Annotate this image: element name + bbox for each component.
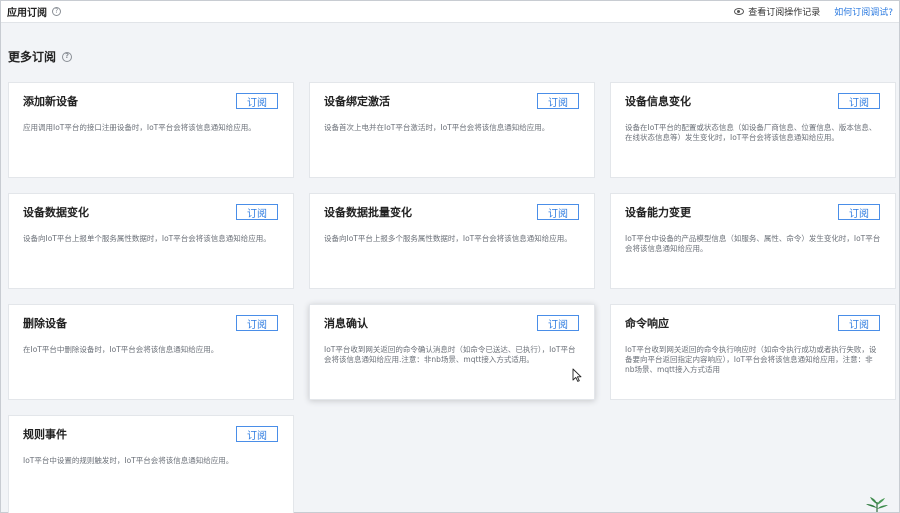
card-description: IoT平台收到网关返回的命令确认消息时（如命令已送达、已执行），IoT平台会将该… (324, 345, 576, 364)
subscription-card-capability-change: 设备能力变更 订阅 IoT平台中设备的产品模型信息（如服务、属性、命令）发生变化… (610, 193, 896, 289)
card-description: 设备向IoT平台上报多个服务属性数据时，IoT平台会将该信息通知给应用。 (324, 234, 572, 243)
subscription-card-delete-device: 删除设备 订阅 在IoT平台中删除设备时，IoT平台会将该信息通知给应用。 (8, 304, 294, 400)
card-title: 命令响应 (625, 317, 669, 330)
card-description: IoT平台收到网关返回的命令执行响应时（如命令执行成功或者执行失败，设备要向平台… (625, 345, 877, 374)
subscription-card-bind-activate: 设备绑定激活 订阅 设备首次上电并在IoT平台激活时，IoT平台会将该信息通知给… (309, 82, 595, 178)
subscription-card-command-response: 命令响应 订阅 IoT平台收到网关返回的命令执行响应时（如命令执行成功或者执行失… (610, 304, 896, 400)
card-title: 设备绑定激活 (324, 95, 390, 108)
view-records-link[interactable]: 查看订阅操作记录 (748, 5, 820, 18)
card-description: 在IoT平台中删除设备时，IoT平台会将该信息通知给应用。 (23, 345, 219, 354)
plant-decoration-icon (866, 497, 888, 512)
card-description: 设备首次上电并在IoT平台激活时，IoT平台会将该信息通知给应用。 (324, 123, 550, 132)
subscription-card-device-data-batch-change: 设备数据批量变化 订阅 设备向IoT平台上报多个服务属性数据时，IoT平台会将该… (309, 193, 595, 289)
page-title: 应用订阅 (7, 8, 47, 19)
subscribe-button[interactable]: 订阅 (236, 315, 278, 331)
top-bar-actions: 查看订阅操作记录 如何订阅调试? (734, 5, 893, 18)
card-title: 添加新设备 (23, 95, 78, 108)
subscribe-button[interactable]: 订阅 (537, 204, 579, 220)
mouse-cursor-icon (572, 368, 582, 382)
subscription-card-device-info-change: 设备信息变化 订阅 设备在IoT平台的配置或状态信息（如设备厂商信息、位置信息、… (610, 82, 896, 178)
subscription-card-add-device: 添加新设备 订阅 应用调用IoT平台的接口注册设备时，IoT平台会将该信息通知给… (8, 82, 294, 178)
card-description: 设备向IoT平台上报单个服务属性数据时，IoT平台会将该信息通知给应用。 (23, 234, 271, 243)
subscribe-button[interactable]: 订阅 (236, 204, 278, 220)
card-description: 设备在IoT平台的配置或状态信息（如设备厂商信息、位置信息、版本信息、在线状态信… (625, 123, 877, 142)
subscription-card-message-confirm: 消息确认 订阅 IoT平台收到网关返回的命令确认消息时（如命令已送达、已执行），… (309, 304, 595, 400)
section-title: 更多订阅 ? (8, 48, 73, 65)
eye-icon (734, 8, 745, 15)
subscribe-button[interactable]: 订阅 (236, 426, 278, 442)
card-title: 删除设备 (23, 317, 67, 330)
top-bar: 应用订阅 ? 查看订阅操作记录 如何订阅调试? (1, 1, 899, 23)
subscription-card-rule-event: 规则事件 订阅 IoT平台中设置的规则触发时，IoT平台会将该信息通知给应用。 (8, 415, 294, 513)
card-title: 消息确认 (324, 317, 368, 330)
card-description: IoT平台中设置的规则触发时，IoT平台会将该信息通知给应用。 (23, 456, 234, 465)
subscribe-button[interactable]: 订阅 (838, 204, 880, 220)
subscribe-button[interactable]: 订阅 (537, 93, 579, 109)
subscribe-button[interactable]: 订阅 (537, 315, 579, 331)
card-title: 设备能力变更 (625, 206, 691, 219)
subscribe-button[interactable]: 订阅 (838, 93, 880, 109)
section-title-text: 更多订阅 (8, 50, 57, 64)
how-to-debug-link[interactable]: 如何订阅调试? (834, 5, 893, 18)
card-description: 应用调用IoT平台的接口注册设备时，IoT平台会将该信息通知给应用。 (23, 123, 256, 132)
help-icon[interactable]: ? (62, 51, 73, 62)
card-title: 设备数据变化 (23, 206, 89, 219)
card-description: IoT平台中设备的产品模型信息（如服务、属性、命令）发生变化时，IoT平台会将该… (625, 234, 881, 253)
card-title: 设备信息变化 (625, 95, 691, 108)
card-title: 设备数据批量变化 (324, 206, 412, 219)
subscribe-button[interactable]: 订阅 (236, 93, 278, 109)
card-title: 规则事件 (23, 428, 67, 441)
help-icon[interactable]: ? (52, 7, 61, 16)
subscribe-button[interactable]: 订阅 (838, 315, 880, 331)
subscription-card-device-data-change: 设备数据变化 订阅 设备向IoT平台上报单个服务属性数据时，IoT平台会将该信息… (8, 193, 294, 289)
